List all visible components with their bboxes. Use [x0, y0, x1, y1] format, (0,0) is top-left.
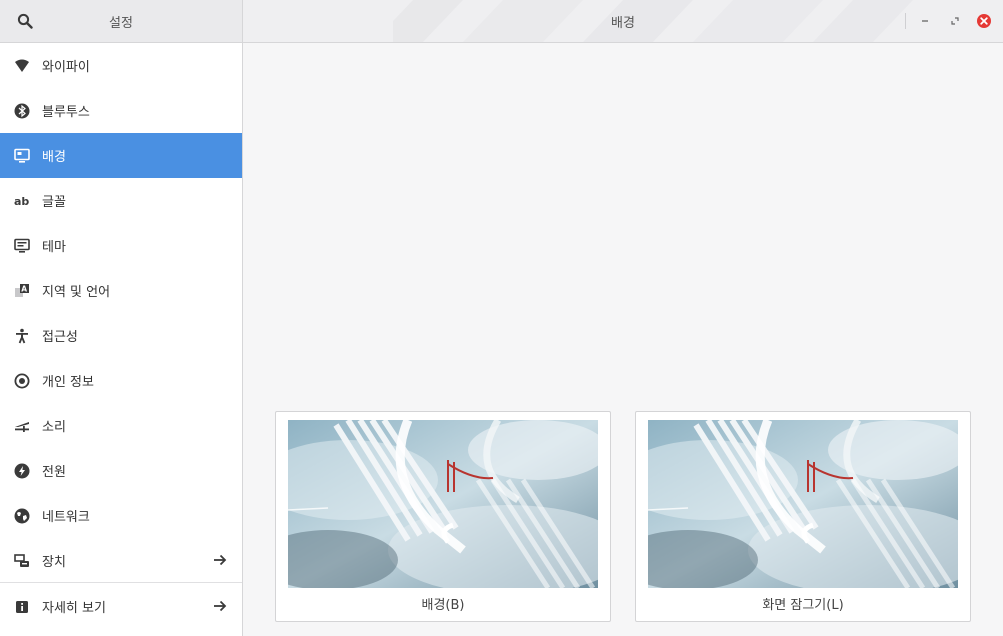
wallpaper-card-label: 배경(B) — [421, 598, 465, 613]
page-title: 배경 — [611, 16, 635, 31]
sidebar-item-label: 글꼴 — [42, 195, 66, 210]
accessibility-icon — [13, 327, 31, 345]
maximize-icon — [951, 17, 959, 25]
search-icon — [17, 13, 33, 29]
main-header: 배경 — [243, 0, 1003, 42]
devices-icon — [13, 552, 31, 570]
sidebar-item-font[interactable]: ab 글꼴 — [0, 178, 242, 223]
sound-icon — [13, 417, 31, 435]
header-bar: 설정 배경 — [0, 0, 1003, 43]
privacy-icon — [13, 372, 31, 390]
minimize-button[interactable] — [915, 11, 935, 31]
sidebar-item-wifi[interactable]: 와이파이 — [0, 43, 242, 88]
arrow-right-icon — [214, 554, 227, 566]
sidebar-item-power[interactable]: 전원 — [0, 448, 242, 493]
wallpaper-thumbnail — [288, 420, 598, 588]
sidebar-item-label: 접근성 — [42, 330, 78, 345]
wifi-icon — [13, 57, 31, 75]
sidebar-item-label: 와이파이 — [42, 60, 90, 75]
close-button[interactable] — [974, 11, 994, 31]
svg-text:A: A — [21, 284, 27, 293]
sidebar-item-label: 배경 — [42, 150, 66, 165]
language-icon: A — [13, 282, 31, 300]
font-icon: ab — [13, 192, 31, 210]
sidebar-item-privacy[interactable]: 개인 정보 — [0, 358, 242, 403]
header-separator — [905, 13, 906, 29]
sidebar-item-wallpaper[interactable]: 배경 — [0, 133, 242, 178]
sidebar-item-label: 장치 — [42, 555, 66, 570]
power-icon — [13, 462, 31, 480]
lockscreen-thumbnail — [648, 420, 958, 588]
bluetooth-icon — [13, 102, 31, 120]
sidebar-item-label: 지역 및 언어 — [42, 285, 111, 300]
sidebar-divider — [0, 582, 242, 583]
maximize-button[interactable] — [945, 11, 965, 31]
sidebar-item-label: 테마 — [42, 240, 66, 255]
sidebar-item-details[interactable]: 자세히 보기 — [0, 584, 242, 629]
sidebar-item-label: 블루투스 — [42, 105, 90, 120]
lockscreen-card-label: 화면 잠그기(L) — [762, 598, 844, 613]
sidebar-item-label: 자세히 보기 — [42, 601, 106, 616]
arrow-right-icon — [214, 600, 227, 612]
sidebar-item-network[interactable]: 네트워크 — [0, 493, 242, 538]
sidebar-item-label: 개인 정보 — [42, 375, 94, 390]
sidebar: 와이파이 블루투스 배경 ab 글꼴 테마 A 지역 및 언어 접근성 개인 정… — [0, 43, 243, 636]
sidebar-item-sound[interactable]: 소리 — [0, 403, 242, 448]
lockscreen-card[interactable]: 화면 잠그기(L) — [635, 411, 971, 622]
sidebar-item-label: 전원 — [42, 465, 66, 480]
close-icon — [977, 14, 991, 28]
sidebar-header: 설정 — [0, 0, 243, 42]
sidebar-item-label: 네트워크 — [42, 510, 90, 525]
sidebar-title: 설정 — [109, 16, 133, 31]
wallpaper-icon — [13, 147, 31, 165]
sidebar-item-accessibility[interactable]: 접근성 — [0, 313, 242, 358]
sidebar-item-theme[interactable]: 테마 — [0, 223, 242, 268]
minimize-icon — [922, 20, 928, 22]
wallpaper-card[interactable]: 배경(B) — [275, 411, 611, 622]
sidebar-item-label: 소리 — [42, 420, 66, 435]
sidebar-item-bluetooth[interactable]: 블루투스 — [0, 88, 242, 133]
theme-icon — [13, 237, 31, 255]
network-icon — [13, 507, 31, 525]
sidebar-item-devices[interactable]: 장치 — [0, 538, 242, 583]
sidebar-item-language[interactable]: A 지역 및 언어 — [0, 268, 242, 313]
search-button[interactable] — [15, 11, 35, 31]
svg-text:ab: ab — [14, 195, 29, 208]
info-icon — [13, 598, 31, 616]
main-panel: 배경(B) 화면 잠그기(L) — [243, 43, 1003, 636]
